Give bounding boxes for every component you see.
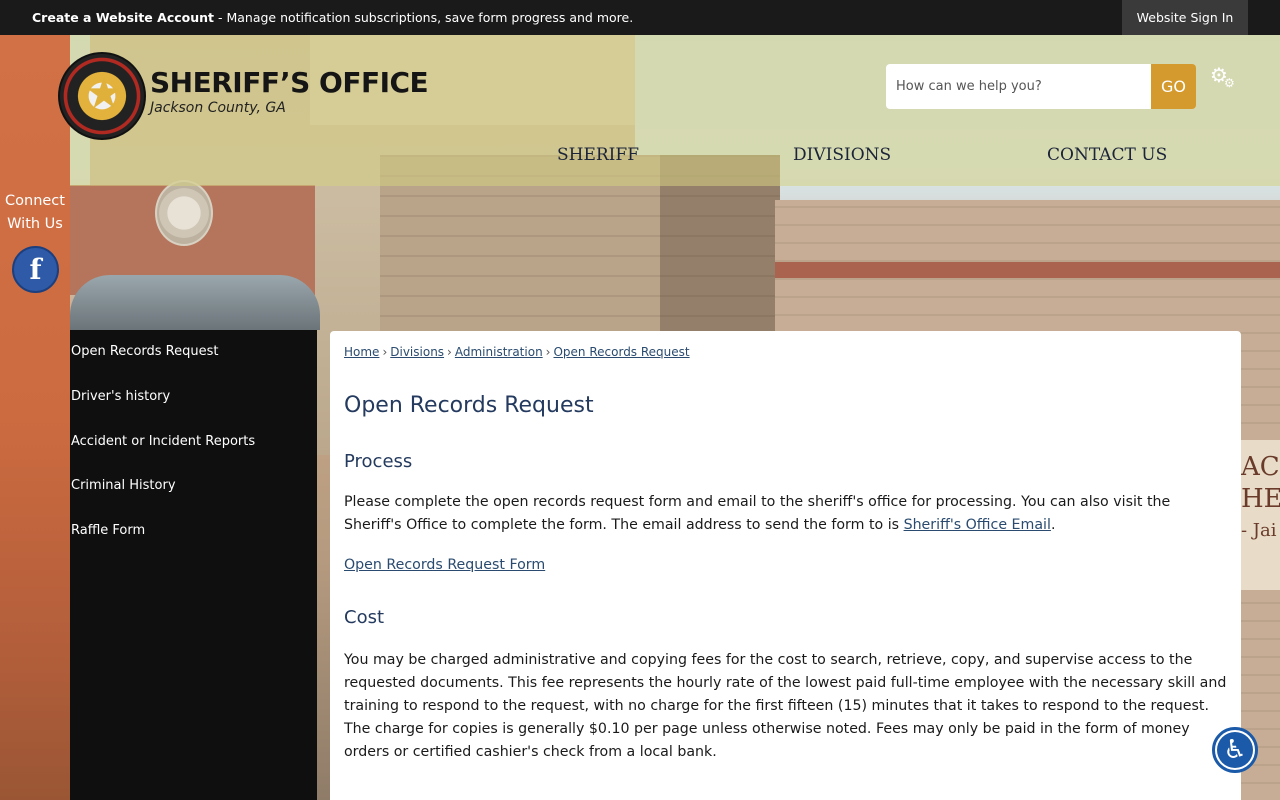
logo-subtitle: Jackson County, GA bbox=[150, 100, 286, 116]
cost-heading: Cost bbox=[344, 607, 385, 628]
connect-with-us: Connect With Us bbox=[5, 193, 65, 232]
wall-seal bbox=[155, 180, 213, 246]
sidebar-item-raffle-form[interactable]: Raffle Form bbox=[71, 523, 145, 538]
entrance-canopy bbox=[70, 275, 320, 330]
sidebar-item-drivers-history[interactable]: Driver's history bbox=[71, 389, 170, 404]
cost-paragraph: You may be charged administrative and co… bbox=[344, 652, 1227, 760]
nav-contact-us[interactable]: CONTACT US bbox=[1047, 145, 1167, 165]
sheriff-email-link[interactable]: Sheriff's Office Email bbox=[904, 517, 1051, 533]
main-content: Home › Divisions › Administration › Open Recor… bbox=[330, 331, 1241, 800]
building-stripe bbox=[775, 262, 1280, 278]
search-bar: GO bbox=[886, 64, 1196, 109]
site-logo[interactable]: ★ SHERIFF’S OFFICE Jackson County, GA bbox=[58, 52, 429, 142]
search-go-button[interactable]: GO bbox=[1151, 64, 1196, 109]
nav-sheriff[interactable]: SHERIFF bbox=[557, 145, 639, 165]
breadcrumb-open-records[interactable]: Open Records Request bbox=[553, 345, 689, 359]
sheriff-badge-icon: ★ bbox=[58, 52, 146, 140]
sidebar-item-open-records[interactable]: Open Records Request bbox=[71, 344, 218, 359]
breadcrumb: Home › Divisions › Administration › Open Recor… bbox=[344, 345, 690, 359]
breadcrumb-administration[interactable]: Administration bbox=[455, 345, 543, 359]
page-title: Open Records Request bbox=[344, 393, 594, 418]
breadcrumb-home[interactable]: Home bbox=[344, 345, 379, 359]
facebook-icon[interactable]: f bbox=[12, 246, 59, 293]
nav-divisions[interactable]: DIVISIONS bbox=[793, 145, 891, 165]
create-account-link[interactable]: Create a Website Account - Manage notifi… bbox=[32, 10, 633, 25]
accessibility-icon[interactable]: ♿ bbox=[1212, 727, 1258, 773]
process-paragraph: Please complete the open records request… bbox=[344, 494, 1171, 533]
search-input[interactable] bbox=[886, 64, 1152, 109]
process-heading: Process bbox=[344, 451, 413, 472]
side-menu: Open Records Request Driver's history Ac… bbox=[70, 330, 317, 800]
top-bar: Create a Website Account - Manage notifi… bbox=[0, 0, 1280, 35]
left-accent-band bbox=[0, 35, 70, 800]
sign-in-button[interactable]: Website Sign In bbox=[1122, 0, 1248, 35]
building-sign: AC HE - Jai bbox=[1241, 440, 1280, 590]
sidebar-item-criminal-history[interactable]: Criminal History bbox=[71, 478, 176, 493]
logo-title: SHERIFF’S OFFICE bbox=[150, 66, 429, 99]
gear-icon[interactable]: ⚙ ⚙ bbox=[1210, 64, 1238, 90]
breadcrumb-divisions[interactable]: Divisions bbox=[390, 345, 444, 359]
open-records-form-link[interactable]: Open Records Request Form bbox=[344, 557, 545, 573]
sidebar-item-accident-reports[interactable]: Accident or Incident Reports bbox=[71, 434, 255, 449]
